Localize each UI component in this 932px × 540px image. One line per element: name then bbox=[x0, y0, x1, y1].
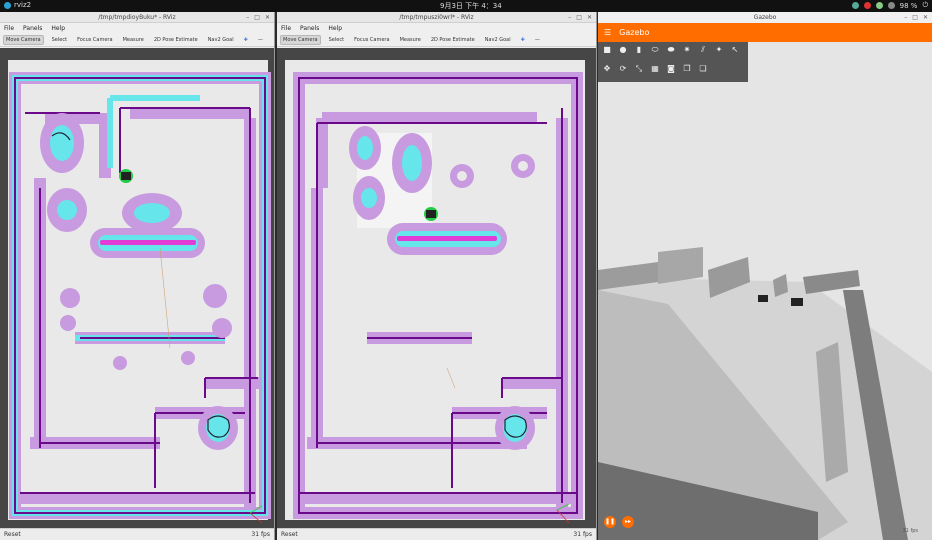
spot-light-icon[interactable]: ✦ bbox=[714, 45, 724, 55]
reset-button-right[interactable]: Reset bbox=[281, 531, 298, 538]
tool-2d-pose-estimate[interactable]: 2D Pose Estimate bbox=[152, 36, 200, 44]
close-icon[interactable]: ✕ bbox=[587, 12, 592, 23]
gazebo-titlebar[interactable]: Gazebo – □ ✕ bbox=[598, 12, 932, 23]
fps-left: 31 fps bbox=[251, 531, 270, 538]
system-tray[interactable]: 98 % ⏻ bbox=[851, 1, 928, 10]
battery-level: 98 % bbox=[899, 1, 918, 10]
sphere-icon[interactable]: ● bbox=[618, 45, 628, 55]
tool-select[interactable]: Select bbox=[50, 36, 69, 44]
directional-light-icon[interactable]: ⫽ bbox=[698, 45, 708, 55]
menu-file[interactable]: File bbox=[281, 25, 291, 32]
grid-icon[interactable]: ▦ bbox=[650, 64, 660, 74]
rviz-right-titlebar[interactable]: /tmp/tmpuszi0wrl* - RViz – □ ✕ bbox=[277, 12, 596, 23]
robot-marker-right bbox=[424, 207, 438, 221]
remove-tool-icon[interactable]: — bbox=[256, 36, 265, 44]
menu-panels[interactable]: Panels bbox=[23, 25, 42, 32]
rviz-right-statusbar: Reset 31 fps bbox=[277, 528, 596, 540]
copy-icon[interactable]: ❐ bbox=[682, 64, 692, 74]
cylinder-icon[interactable]: ▮ bbox=[634, 45, 644, 55]
tool-move-camera[interactable]: Move Camera bbox=[3, 35, 44, 45]
menu-help[interactable]: Help bbox=[51, 25, 65, 32]
fps-right: 31 fps bbox=[573, 531, 592, 538]
tool-measure[interactable]: Measure bbox=[121, 36, 146, 44]
active-app[interactable]: rviz2 bbox=[4, 1, 31, 9]
rviz-app-icon bbox=[4, 1, 11, 9]
close-icon[interactable]: ✕ bbox=[265, 12, 270, 23]
robot-marker-left bbox=[119, 169, 133, 183]
volume-icon[interactable] bbox=[887, 2, 895, 9]
minimize-icon[interactable]: – bbox=[904, 12, 907, 23]
robot-1[interactable] bbox=[758, 295, 768, 302]
rviz-left-3d-view[interactable] bbox=[0, 48, 274, 528]
rviz-window-left: /tmp/tmpdioyBuku* - RViz – □ ✕ File Panels… bbox=[0, 12, 275, 540]
rviz-left-menubar: File Panels Help bbox=[0, 23, 274, 34]
rotate-icon[interactable]: ⟳ bbox=[618, 64, 628, 74]
gazebo-header-title: Gazebo bbox=[619, 28, 650, 37]
add-tool-icon[interactable]: ✚ bbox=[242, 36, 250, 44]
reset-button-left[interactable]: Reset bbox=[4, 531, 21, 538]
system-top-bar: rviz2 9月3日 下午 4：34 98 % ⏻ bbox=[0, 0, 932, 12]
translate-icon[interactable]: ✥ bbox=[602, 64, 612, 74]
gazebo-3d-scene[interactable] bbox=[598, 42, 932, 540]
clock[interactable]: 9月3日 下午 4：34 bbox=[440, 1, 502, 11]
rviz-window-right: /tmp/tmpuszi0wrl* - RViz – □ ✕ File Panels… bbox=[277, 12, 597, 540]
rviz-left-title: /tmp/tmpdioyBuku* - RViz bbox=[98, 14, 176, 21]
robot-2[interactable] bbox=[791, 298, 803, 306]
capsule-icon[interactable]: ⬭ bbox=[650, 45, 660, 55]
tool-nav2-goal[interactable]: Nav2 Goal bbox=[483, 36, 513, 44]
close-icon[interactable]: ✕ bbox=[923, 12, 928, 23]
menu-help[interactable]: Help bbox=[328, 25, 342, 32]
gazebo-window: Gazebo – □ ✕ ☰ Gazebo ■ ● ▮ ⬭ ⬬ ✷ ⫽ ✦ ↖ … bbox=[598, 12, 932, 540]
rviz-right-3d-view[interactable] bbox=[277, 48, 596, 528]
network-icon[interactable] bbox=[851, 2, 859, 9]
remove-tool-icon[interactable]: — bbox=[533, 36, 542, 44]
tool-nav2-goal[interactable]: Nav2 Goal bbox=[206, 36, 236, 44]
rviz-right-toolbar: Move Camera Select Focus Camera Measure … bbox=[277, 34, 596, 47]
gazebo-window-title: Gazebo bbox=[753, 14, 777, 21]
tool-focus-camera[interactable]: Focus Camera bbox=[352, 36, 392, 44]
menu-file[interactable]: File bbox=[4, 25, 14, 32]
tool-2d-pose-estimate[interactable]: 2D Pose Estimate bbox=[429, 36, 477, 44]
menu-panels[interactable]: Panels bbox=[300, 25, 319, 32]
update-icon[interactable] bbox=[875, 2, 883, 9]
gazebo-toolbar: ■ ● ▮ ⬭ ⬬ ✷ ⫽ ✦ ↖ ✥ ⟳ ⤡ ▦ ◙ ❐ ❏ bbox=[598, 42, 748, 82]
rviz-right-title: /tmp/tmpuszi0wrl* - RViz bbox=[399, 14, 474, 21]
costmap-left bbox=[8, 60, 271, 524]
gazebo-header: ☰ Gazebo bbox=[598, 23, 932, 42]
minimize-icon[interactable]: – bbox=[568, 12, 571, 23]
select-icon[interactable]: ↖ bbox=[730, 45, 740, 55]
add-tool-icon[interactable]: ✚ bbox=[519, 36, 527, 44]
hamburger-menu-icon[interactable]: ☰ bbox=[604, 28, 611, 37]
ellipsoid-icon[interactable]: ⬬ bbox=[666, 45, 676, 55]
rviz-right-menubar: File Panels Help bbox=[277, 23, 596, 34]
power-icon[interactable]: ⏻ bbox=[922, 1, 928, 10]
rviz-left-toolbar: Move Camera Select Focus Camera Measure … bbox=[0, 34, 274, 47]
record-icon[interactable] bbox=[863, 2, 871, 9]
tool-move-camera[interactable]: Move Camera bbox=[280, 35, 321, 45]
screenshot-icon[interactable]: ◙ bbox=[666, 64, 676, 74]
active-app-name: rviz2 bbox=[14, 1, 32, 9]
tool-focus-camera[interactable]: Focus Camera bbox=[75, 36, 115, 44]
rviz-left-titlebar[interactable]: /tmp/tmpdioyBuku* - RViz – □ ✕ bbox=[0, 12, 274, 23]
gazebo-fps: 31 fps bbox=[902, 528, 919, 534]
minimize-icon[interactable]: – bbox=[246, 12, 249, 23]
tool-select[interactable]: Select bbox=[327, 36, 346, 44]
tool-measure[interactable]: Measure bbox=[398, 36, 423, 44]
rviz-left-statusbar: Reset 31 fps bbox=[0, 528, 274, 540]
gazebo-world bbox=[598, 42, 932, 540]
pause-button[interactable]: ❚❚ bbox=[604, 516, 616, 528]
paste-icon[interactable]: ❏ bbox=[698, 64, 708, 74]
costmap-right bbox=[285, 60, 585, 524]
step-button[interactable]: ▸▸ bbox=[622, 516, 634, 528]
maximize-icon[interactable]: □ bbox=[576, 12, 582, 23]
sun-icon[interactable]: ✷ bbox=[682, 45, 692, 55]
scale-icon[interactable]: ⤡ bbox=[634, 64, 644, 74]
box-icon[interactable]: ■ bbox=[602, 45, 612, 55]
maximize-icon[interactable]: □ bbox=[912, 12, 918, 23]
maximize-icon[interactable]: □ bbox=[254, 12, 260, 23]
